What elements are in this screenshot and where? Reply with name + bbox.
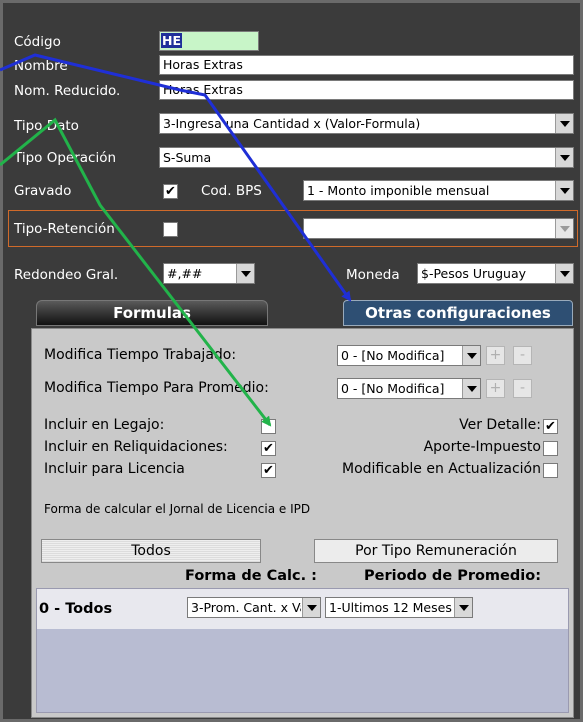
chevron-down-icon[interactable]: [555, 219, 573, 238]
chevron-down-icon[interactable]: [302, 598, 320, 617]
mod-tiempo-trabajado-value: 0 - [No Modifica]: [341, 348, 445, 363]
tab-formulas[interactable]: Formulas: [36, 300, 268, 326]
moneda-label: Moneda: [346, 267, 400, 283]
aporte-impuesto-label: Aporte-Impuesto: [423, 439, 541, 455]
codigo-field[interactable]: HE: [159, 31, 259, 51]
forma-calc-select[interactable]: 3-Prom. Cant. x Valor: [187, 597, 321, 618]
chevron-down-icon[interactable]: [555, 148, 573, 167]
todos-button[interactable]: Todos: [41, 539, 261, 563]
gravado-checkbox[interactable]: ✔: [163, 184, 178, 199]
tipo-dato-select[interactable]: 3-Ingresa una Cantidad x (Valor-Formula): [159, 113, 574, 134]
chevron-down-icon[interactable]: [462, 379, 480, 398]
gravado-label: Gravado: [14, 183, 72, 199]
incluir-legajo-label: Incluir en Legajo:: [44, 417, 165, 433]
cod-bps-label: Cod. BPS: [201, 183, 262, 199]
tipo-retencion-checkbox[interactable]: [163, 222, 178, 237]
nombre-label: Nombre: [14, 58, 68, 74]
mod-tiempo-trabajado-select[interactable]: 0 - [No Modifica]: [337, 345, 481, 366]
tipo-operacion-label: Tipo Operación: [14, 150, 117, 166]
chevron-down-icon[interactable]: [462, 346, 480, 365]
incluir-reliq-checkbox[interactable]: ✔: [261, 441, 276, 456]
tipo-dato-label: Tipo Dato: [14, 118, 79, 134]
tipo-operacion-select[interactable]: S-Suma: [159, 147, 574, 168]
tipo-operacion-value: S-Suma: [163, 150, 212, 165]
tipo-dato-value: 3-Ingresa una Cantidad x (Valor-Formula): [163, 116, 421, 131]
col-forma-calc: Forma de Calc. :: [185, 568, 317, 584]
mod-tiempo-promedio-select[interactable]: 0 - [No Modifica]: [337, 378, 481, 399]
add-button[interactable]: +: [486, 379, 505, 398]
otras-configuraciones-panel: Modifica Tiempo Trabajado: 0 - [No Modif…: [31, 328, 574, 718]
codigo-value: HE: [161, 33, 183, 48]
mod-tiempo-trabajado-label: Modifica Tiempo Trabajado:: [44, 347, 237, 363]
nom-reducido-field[interactable]: Horas Extras: [159, 80, 574, 100]
chevron-down-icon[interactable]: [555, 264, 573, 283]
codigo-label: Código: [14, 34, 61, 50]
incluir-licencia-label: Incluir para Licencia: [44, 461, 185, 477]
tipo-retencion-select[interactable]: [303, 218, 574, 239]
remuneracion-table: 0 - Todos 3-Prom. Cant. x Valor 1-Ultimo…: [36, 588, 569, 713]
incluir-legajo-checkbox[interactable]: [261, 419, 276, 434]
mod-tiempo-promedio-label: Modifica Tiempo Para Promedio:: [44, 380, 269, 396]
ver-detalle-label: Ver Detalle:: [459, 417, 541, 433]
periodo-select[interactable]: 1-Ultimos 12 Meses: [325, 597, 473, 618]
incluir-reliq-label: Incluir en Reliquidaciones:: [44, 439, 228, 455]
add-button[interactable]: +: [486, 346, 505, 365]
col-periodo-promedio: Periodo de Promedio:: [364, 568, 541, 584]
mod-tiempo-promedio-value: 0 - [No Modifica]: [341, 381, 445, 396]
jornal-section-title: Forma de calcular el Jornal de Licencia …: [44, 502, 311, 516]
redondeo-value: #,##: [167, 266, 203, 281]
ver-detalle-checkbox[interactable]: ✔: [543, 419, 558, 434]
nom-reducido-label: Nom. Reducido.: [14, 83, 121, 99]
chevron-down-icon[interactable]: [454, 598, 472, 617]
redondeo-label: Redondeo Gral.: [14, 267, 119, 283]
aporte-impuesto-checkbox[interactable]: [543, 441, 558, 456]
modificable-label: Modificable en Actualización: [342, 461, 541, 477]
cod-bps-select[interactable]: 1 - Monto imponible mensual: [303, 180, 574, 201]
chevron-down-icon[interactable]: [236, 264, 254, 283]
incluir-licencia-checkbox[interactable]: ✔: [261, 463, 276, 478]
forma-calc-value: 3-Prom. Cant. x Valor: [191, 600, 301, 615]
concept-form-panel: Código HE Nombre Horas Extras Nom. Reduc…: [0, 0, 583, 722]
table-row[interactable]: 0 - Todos 3-Prom. Cant. x Valor 1-Ultimo…: [37, 589, 568, 629]
moneda-value: $-Pesos Uruguay: [421, 266, 527, 281]
remove-button[interactable]: -: [513, 379, 532, 398]
redondeo-select[interactable]: #,##: [163, 263, 255, 284]
row-label: 0 - Todos: [39, 601, 113, 617]
por-tipo-remuneracion-button[interactable]: Por Tipo Remuneración: [314, 539, 558, 563]
chevron-down-icon[interactable]: [555, 181, 573, 200]
nombre-field[interactable]: Horas Extras: [159, 55, 574, 75]
modificable-checkbox[interactable]: [543, 463, 558, 478]
moneda-select[interactable]: $-Pesos Uruguay: [417, 263, 574, 284]
chevron-down-icon[interactable]: [555, 114, 573, 133]
remove-button[interactable]: -: [513, 346, 532, 365]
cod-bps-value: 1 - Monto imponible mensual: [307, 183, 490, 198]
periodo-value: 1-Ultimos 12 Meses: [329, 600, 452, 615]
tipo-retencion-label: Tipo-Retención: [14, 221, 115, 237]
page: Código HE Nombre Horas Extras Nom. Reduc…: [0, 0, 583, 722]
tab-otras-configuraciones[interactable]: Otras configuraciones: [343, 300, 573, 326]
